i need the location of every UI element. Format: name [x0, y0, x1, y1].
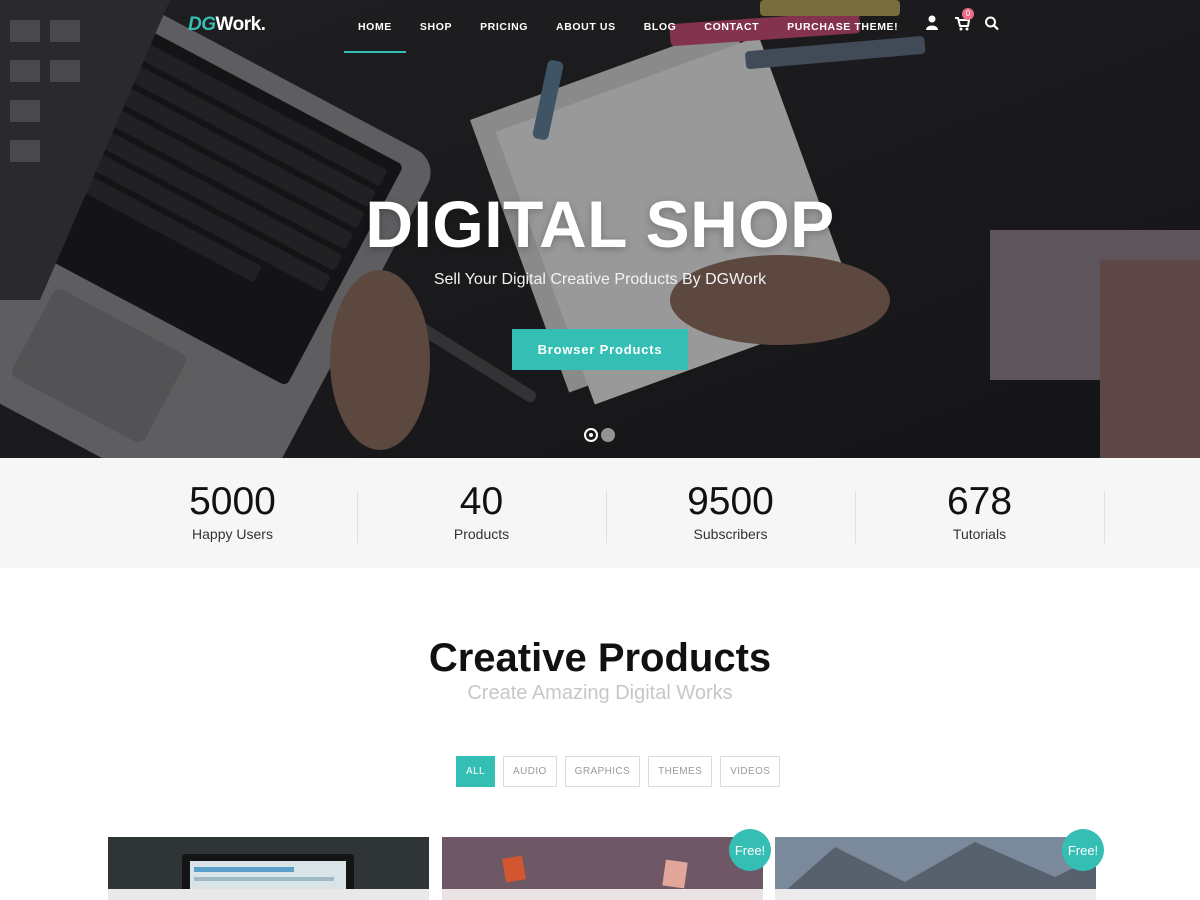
product-card-3-image [775, 837, 1096, 900]
search-icon[interactable] [984, 14, 1000, 32]
cart-count-badge: 0 [962, 8, 974, 20]
cart-icon[interactable]: 0 [954, 8, 974, 32]
nav-item-blog[interactable]: BLOG [630, 0, 691, 54]
nav-icon-group: 0 [924, 8, 1000, 32]
stat-label: Products [453, 526, 510, 542]
slide-dot-1[interactable] [584, 428, 598, 442]
nav-item-shop[interactable]: SHOP [406, 0, 466, 54]
nav-menu: HOME SHOP PRICING ABOUT US BLOG CONTACT … [344, 0, 912, 54]
stat-subscribers: 9500 Subscribers [606, 458, 855, 568]
logo-prefix: DG [188, 14, 216, 35]
product-card-2[interactable] [442, 837, 763, 900]
nav-item-pricing[interactable]: PRICING [466, 0, 542, 54]
stat-label: Tutorials [952, 526, 1007, 542]
products-section-subtitle: Create Amazing Digital Works [467, 682, 733, 704]
filter-audio[interactable]: AUDIO [503, 756, 557, 787]
product-card-1-image [108, 837, 429, 900]
main-navigation: DGWork. HOME SHOP PRICING ABOUT US BLOG … [0, 0, 1200, 54]
filter-all[interactable]: ALL [456, 756, 495, 787]
free-badge: Free! [729, 829, 771, 871]
stat-value: 40 [459, 480, 504, 523]
product-filter-tabs: ALL AUDIO GRAPHICS THEMES VIDEOS [456, 756, 781, 787]
hero-slider: DGWork. HOME SHOP PRICING ABOUT US BLOG … [0, 0, 1200, 458]
free-badge: Free! [1062, 829, 1104, 871]
nav-item-about-us[interactable]: ABOUT US [542, 0, 630, 54]
stat-label: Subscribers [693, 526, 768, 542]
stats-bar: 5000 Happy Users 40 Products 9500 Subscr… [0, 458, 1200, 568]
stat-label: Happy Users [192, 526, 273, 542]
stat-divider [1104, 491, 1105, 543]
stat-tutorials: 678 Tutorials [855, 458, 1104, 568]
hero-title: DIGITAL SHOP [365, 187, 835, 261]
stat-happy-users: 5000 Happy Users [108, 458, 357, 568]
product-card-3[interactable] [775, 837, 1096, 900]
stat-value: 5000 [189, 480, 276, 523]
stat-value: 9500 [687, 480, 774, 523]
user-icon[interactable] [924, 14, 940, 32]
stat-value: 678 [946, 480, 1013, 523]
slide-dot-2[interactable] [601, 428, 615, 442]
stat-products: 40 Products [357, 458, 606, 568]
products-section-title: Creative Products [428, 636, 772, 680]
nav-item-contact[interactable]: CONTACT [690, 0, 773, 54]
slider-pagination [584, 428, 615, 442]
filter-graphics[interactable]: GRAPHICS [564, 756, 641, 787]
filter-themes[interactable]: THEMES [648, 756, 713, 787]
logo-suffix: Work. [215, 14, 266, 35]
site-logo[interactable]: DGWork. [188, 14, 266, 36]
hero-subtitle: Sell Your Digital Creative Products By D… [433, 271, 767, 288]
nav-item-purchase-theme[interactable]: PURCHASE THEME! [773, 0, 912, 54]
nav-item-home[interactable]: HOME [344, 0, 406, 54]
product-card-1[interactable] [108, 837, 429, 900]
filter-videos[interactable]: VIDEOS [720, 756, 781, 787]
browse-products-button[interactable]: Browser Products [512, 329, 688, 370]
product-card-2-image [442, 837, 763, 900]
